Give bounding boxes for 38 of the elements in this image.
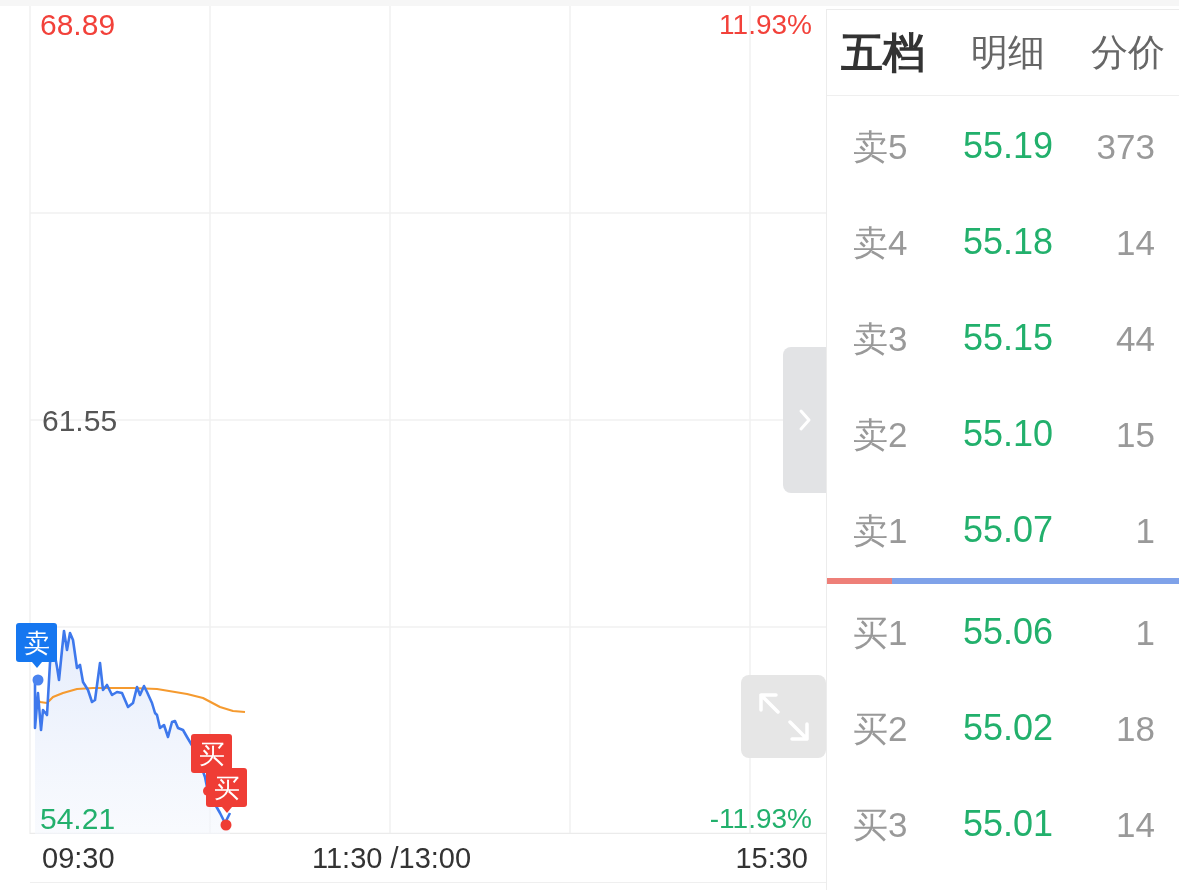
collapse-panel-button[interactable] (783, 347, 826, 493)
level-label: 买1 (853, 614, 909, 650)
level-label: 卖5 (853, 128, 909, 164)
time-axis-label: 15:30 (735, 841, 808, 875)
time-axis-label: 11:30 /13:00 (312, 841, 472, 875)
price-cell-text: 55.15 (963, 320, 1055, 356)
volume-cell: 14 (1116, 224, 1155, 260)
volume-cell: 1 (1135, 614, 1155, 650)
level-label: 卖2 (853, 416, 909, 452)
volume-cell: 373 (1096, 128, 1155, 164)
percent-axis-label: 11.93% (719, 8, 812, 42)
price-cell-text: 55.01 (963, 806, 1055, 842)
volume-cell: 14 (1116, 806, 1155, 842)
panel-tab[interactable]: 分价 (1091, 34, 1165, 71)
price-cell-text: 55.18 (963, 224, 1055, 260)
percent-axis-label: -11.93% (709, 802, 812, 836)
price-axis-label: 61.55 (42, 404, 118, 438)
fullscreen-button[interactable] (741, 675, 826, 758)
price-axis-label: 68.89 (40, 8, 116, 42)
price-cell-text: 55.10 (963, 416, 1055, 452)
price-cell-text: 55.02 (963, 710, 1055, 746)
level-label: 卖3 (853, 320, 909, 356)
level-label: 卖4 (853, 224, 909, 260)
level-label: 卖1 (853, 512, 909, 548)
price-cell-text: 55.19 (963, 128, 1055, 164)
level-label: 买2 (853, 710, 909, 746)
volume-cell: 44 (1116, 320, 1155, 356)
volume-cell: 15 (1116, 416, 1155, 452)
price-cell-text: 55.06 (963, 614, 1055, 650)
panel-tab[interactable]: 明细 (971, 34, 1045, 71)
price-cell-text: 55.07 (963, 512, 1055, 548)
chevron-right-icon (797, 408, 812, 432)
panel-tab[interactable]: 五档 (841, 31, 925, 74)
time-axis-label: 09:30 (42, 841, 115, 875)
volume-cell: 1 (1135, 512, 1155, 548)
volume-cell: 18 (1116, 710, 1155, 746)
diagonal-arrows-icon (757, 691, 810, 742)
level-label: 买3 (853, 806, 909, 842)
